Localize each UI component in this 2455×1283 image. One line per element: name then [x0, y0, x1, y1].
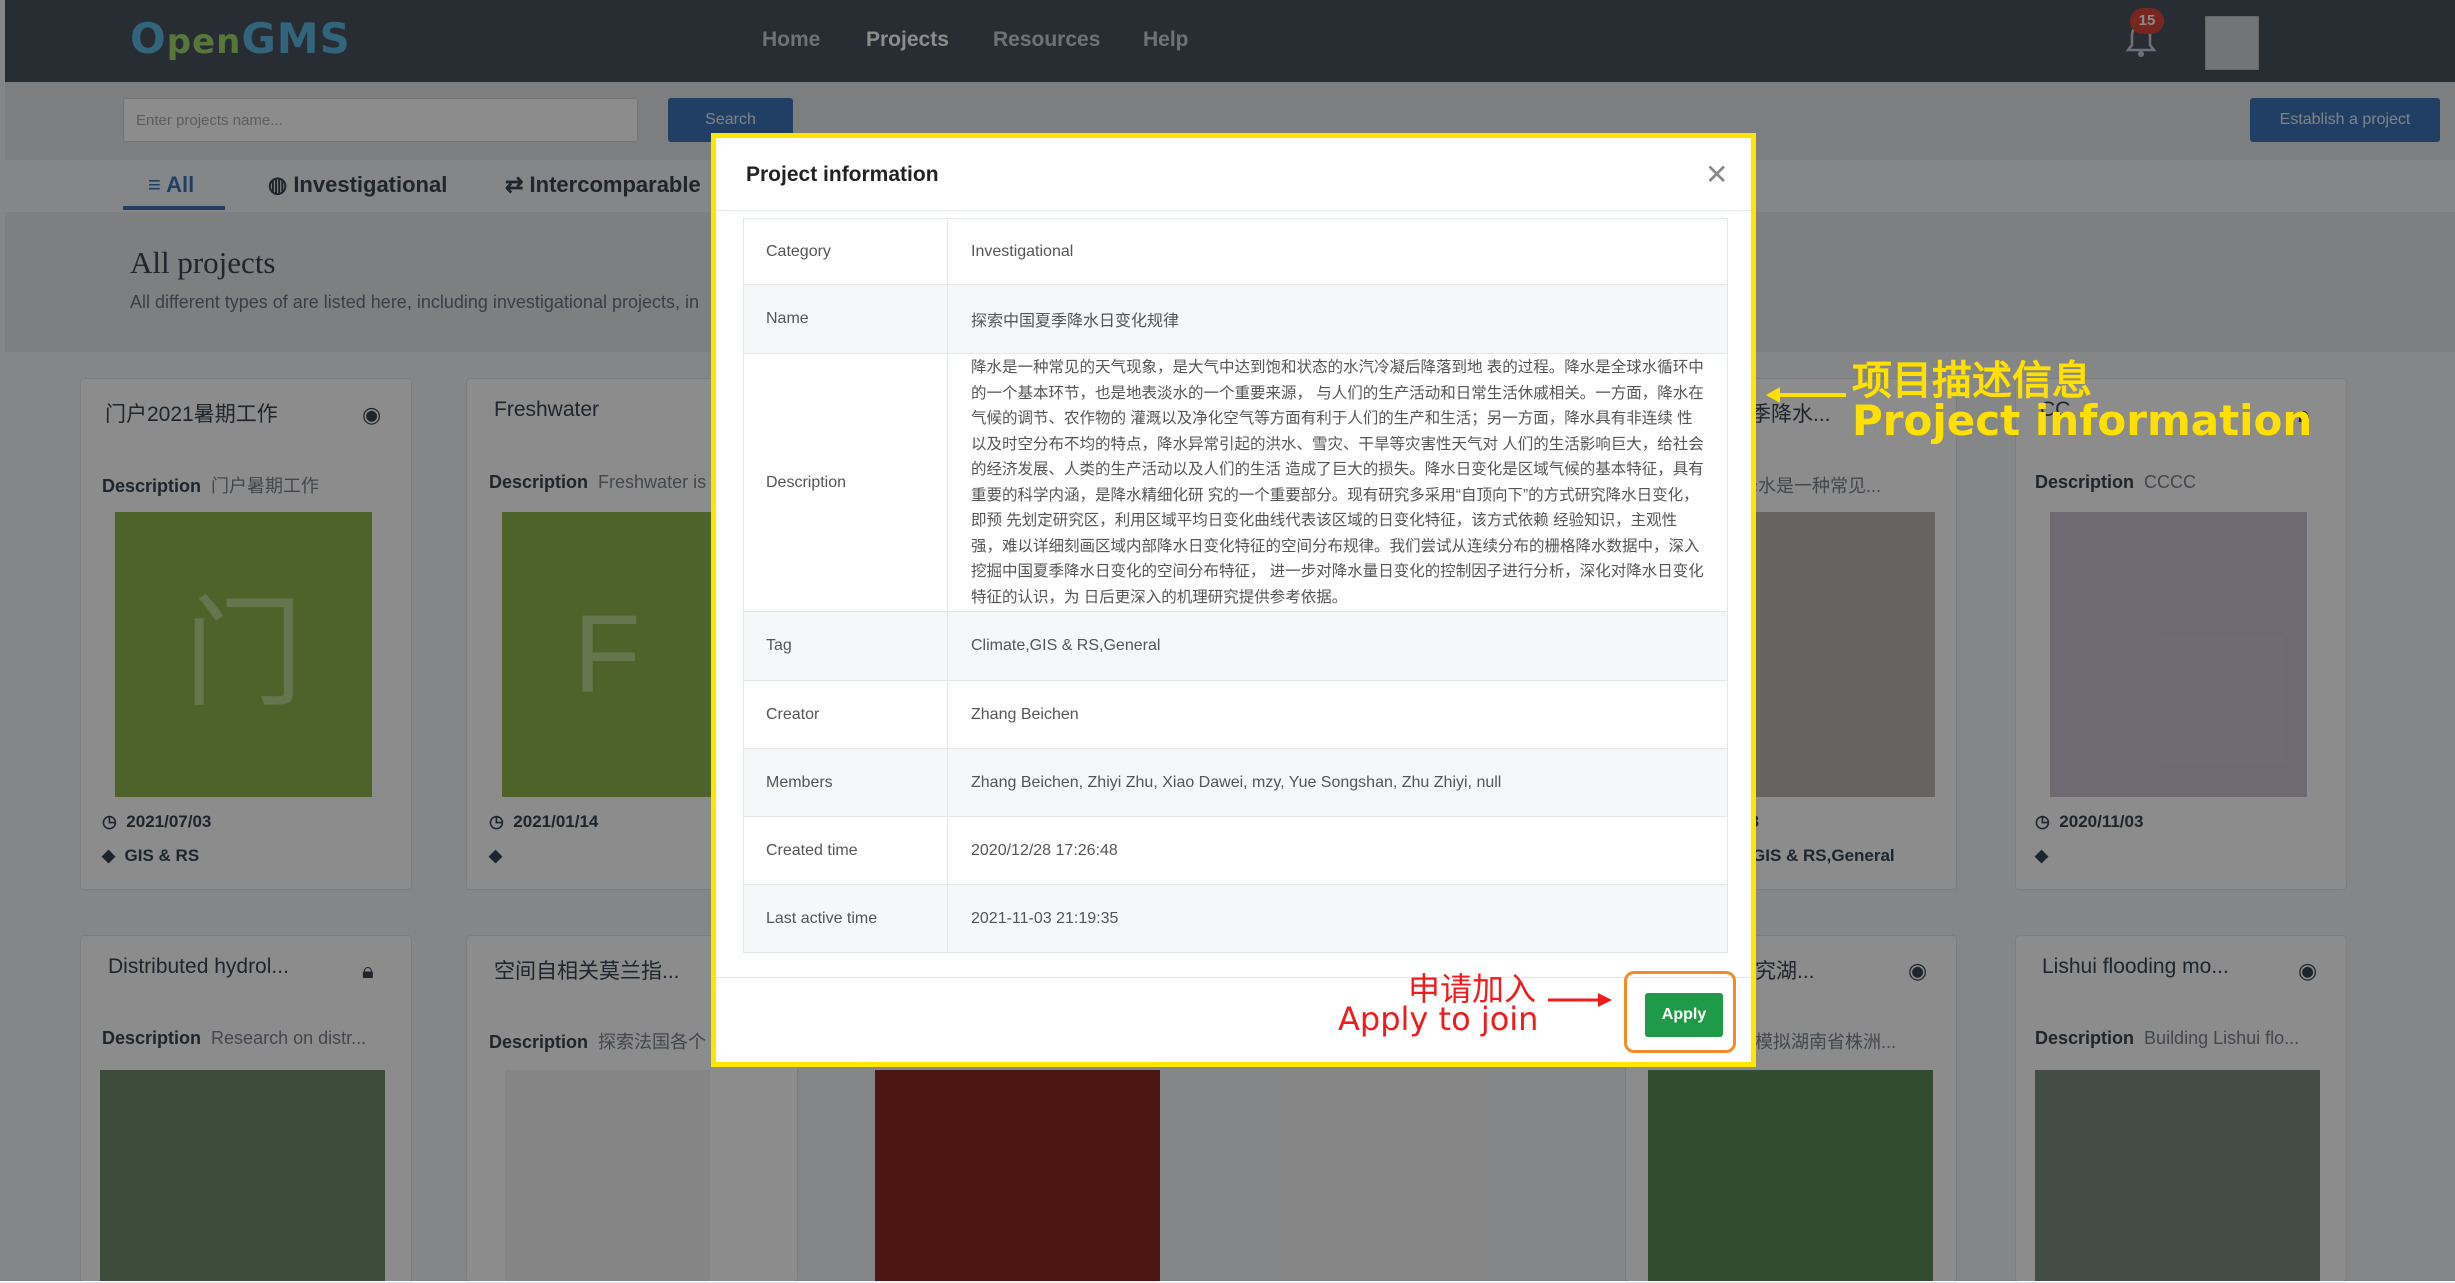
row-label: Members: [743, 748, 948, 817]
annotation-info-en: Project information: [1852, 396, 2313, 445]
apply-button[interactable]: Apply: [1645, 993, 1723, 1037]
creator-value: Zhang Beichen: [947, 680, 1728, 749]
last-active-value: 2021-11-03 21:19:35: [947, 884, 1728, 953]
modal-footer-divider: [716, 977, 1751, 978]
row-label: Category: [743, 218, 948, 285]
close-icon[interactable]: ✕: [1705, 158, 1728, 191]
annotation-arrow-icon: [1548, 993, 1612, 1007]
created-time-value: 2020/12/28 17:26:48: [947, 816, 1728, 885]
row-label: Description: [743, 353, 948, 612]
row-label: Created time: [743, 816, 948, 885]
description-value: 降水是一种常见的天气现象，是大气中达到饱和状态的水汽冷凝后降落到地 表的过程。降…: [971, 359, 1704, 606]
annotation-arrow-icon: [1766, 387, 1846, 403]
annotation-apply-en: Apply to join: [1338, 1000, 1539, 1038]
row-label: Creator: [743, 680, 948, 749]
name-value: 探索中国夏季降水日变化规律: [947, 284, 1728, 354]
project-info-table: Category Investigational Name 探索中国夏季降水日变化规…: [743, 218, 1728, 953]
row-label: Name: [743, 284, 948, 354]
row-label: Last active time: [743, 884, 948, 953]
members-value: Zhang Beichen, Zhiyi Zhu, Xiao Dawei, mz…: [947, 748, 1728, 817]
tag-value: Climate,GIS & RS,General: [947, 611, 1728, 681]
category-value: Investigational: [947, 218, 1728, 285]
modal-title: Project information: [746, 163, 939, 186]
modal-divider: [716, 210, 1751, 211]
row-label: Tag: [743, 611, 948, 681]
